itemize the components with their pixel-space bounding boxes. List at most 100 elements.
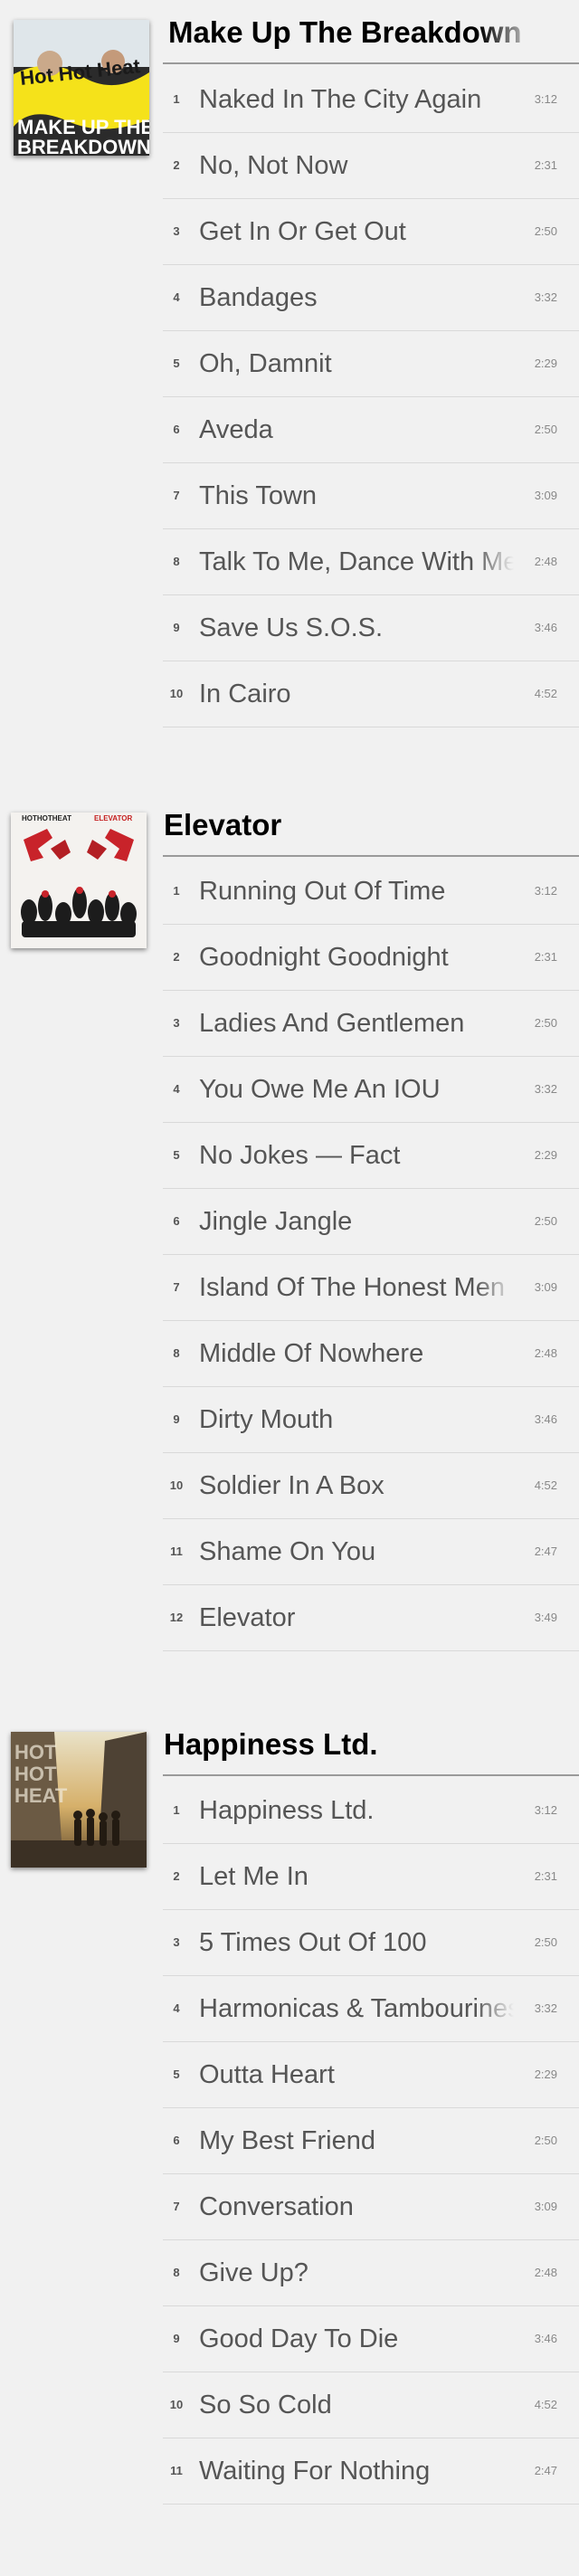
track-number: 5 — [173, 356, 180, 370]
track-number: 12 — [169, 1611, 184, 1624]
track-row[interactable]: 12 Elevator 3:49 — [163, 1585, 579, 1651]
track-duration: 4:52 — [534, 1478, 557, 1492]
track-row[interactable]: 4 Harmonicas & Tambourines 3:32 — [163, 1976, 579, 2042]
track-title: Goodnight Goodnight — [199, 943, 449, 972]
track-list: 1 Running Out Of Time 3:12 2 Goodnight Good… — [163, 859, 579, 1651]
track-row[interactable]: 10 Soldier In A Box 4:52 — [163, 1453, 579, 1519]
track-row[interactable]: 8 Middle Of Nowhere 2:48 — [163, 1321, 579, 1387]
track-title: Happiness Ltd. — [199, 1796, 375, 1825]
track-number: 2 — [173, 950, 180, 964]
cover-album-name: ELEVATOR — [94, 814, 132, 822]
track-row[interactable]: 6 Jingle Jangle 2:50 — [163, 1189, 579, 1255]
track-row[interactable]: 1 Running Out Of Time 3:12 — [163, 859, 579, 925]
track-title: Oh, Damnit — [199, 349, 332, 378]
track-row[interactable]: 4 Bandages 3:32 — [163, 265, 579, 331]
track-title: Save Us S.O.S. — [199, 613, 384, 642]
track-number: 11 — [170, 1545, 183, 1558]
track-title: Give Up? — [199, 2258, 308, 2287]
track-row[interactable]: 1 Happiness Ltd. 3:12 — [163, 1778, 579, 1844]
track-row[interactable]: 11 Waiting For Nothing 2:47 — [163, 2438, 579, 2505]
track-row[interactable]: 6 My Best Friend 2:50 — [163, 2108, 579, 2174]
album-title-divider — [163, 62, 579, 64]
track-number: 9 — [173, 1412, 180, 1426]
track-duration: 2:50 — [534, 1016, 557, 1030]
cover-artwork: HOT HOT HEAT — [11, 1732, 147, 1868]
track-title: Conversation — [199, 2192, 354, 2221]
album-cover-art[interactable]: Hot Hot Heat MAKE UP THE BREAKDOWN — [14, 20, 149, 156]
cover-caption-line-2: BREAKDOWN — [17, 136, 149, 156]
track-number: 10 — [169, 1478, 184, 1492]
track-row[interactable]: 5 No Jokes — Fact 2:29 — [163, 1123, 579, 1189]
track-number: 6 — [173, 2134, 180, 2147]
track-title: Talk To Me, Dance With Me — [199, 547, 514, 576]
track-row[interactable]: 9 Save Us S.O.S. 3:46 — [163, 595, 579, 661]
track-row[interactable]: 8 Talk To Me, Dance With Me 2:48 — [163, 529, 579, 595]
track-duration: 3:32 — [534, 2001, 557, 2015]
track-row[interactable]: 4 You Owe Me An IOU 3:32 — [163, 1057, 579, 1123]
track-row[interactable]: 7 Conversation 3:09 — [163, 2174, 579, 2240]
track-duration: 2:50 — [534, 1214, 557, 1228]
track-number: 3 — [173, 1016, 180, 1030]
track-row[interactable]: 3 Ladies And Gentlemen 2:50 — [163, 991, 579, 1057]
track-title: Running Out Of Time — [199, 877, 446, 906]
track-title: You Owe Me An IOU — [199, 1075, 441, 1104]
track-title: Waiting For Nothing — [199, 2457, 431, 2486]
album-title: Elevator — [164, 809, 282, 841]
track-title: Ladies And Gentlemen — [199, 1009, 465, 1038]
track-number: 5 — [173, 2067, 180, 2081]
track-duration: 2:48 — [534, 1346, 557, 1360]
album-title-divider — [163, 1774, 579, 1776]
track-row[interactable]: 7 Island Of The Honest Men 3:09 — [163, 1255, 579, 1321]
album-cover-art[interactable]: HOT HOT HEAT — [11, 1732, 147, 1868]
track-title: In Cairo — [199, 680, 291, 708]
track-row[interactable]: 2 Goodnight Goodnight 2:31 — [163, 925, 579, 991]
track-number: 11 — [170, 2464, 183, 2477]
track-title: 5 Times Out Of 100 — [199, 1928, 427, 1957]
track-number: 9 — [173, 621, 180, 634]
track-duration: 3:12 — [534, 92, 557, 106]
track-row[interactable]: 11 Shame On You 2:47 — [163, 1519, 579, 1585]
track-duration: 3:12 — [534, 884, 557, 898]
track-number: 8 — [173, 555, 180, 568]
track-title: My Best Friend — [199, 2126, 375, 2155]
track-number: 6 — [173, 423, 180, 436]
track-duration: 3:46 — [534, 621, 557, 634]
track-row[interactable]: 5 Oh, Damnit 2:29 — [163, 331, 579, 397]
track-row[interactable]: 2 Let Me In 2:31 — [163, 1844, 579, 1910]
track-row[interactable]: 3 Get In Or Get Out 2:50 — [163, 199, 579, 265]
track-duration: 3:09 — [534, 489, 557, 502]
track-duration: 2:50 — [534, 1935, 557, 1949]
track-duration: 3:32 — [534, 290, 557, 304]
track-duration: 2:50 — [534, 2134, 557, 2147]
track-row[interactable]: 5 Outta Heart 2:29 — [163, 2042, 579, 2108]
track-number: 3 — [173, 1935, 180, 1949]
track-row[interactable]: 10 So So Cold 4:52 — [163, 2372, 579, 2438]
track-row[interactable]: 1 Naked In The City Again 3:12 — [163, 67, 579, 133]
track-row[interactable]: 9 Good Day To Die 3:46 — [163, 2306, 579, 2372]
track-duration: 2:48 — [534, 2266, 557, 2279]
album-title: Make Up The Breakdown — [168, 16, 522, 49]
track-title: Bandages — [199, 283, 318, 312]
track-row[interactable]: 10 In Cairo 4:52 — [163, 661, 579, 727]
track-title: Aveda — [199, 415, 273, 444]
track-row[interactable]: 2 No, Not Now 2:31 — [163, 133, 579, 199]
track-title: So So Cold — [199, 2391, 332, 2419]
track-title: Good Day To Die — [199, 2324, 399, 2353]
track-number: 4 — [173, 290, 180, 304]
track-row[interactable]: 3 5 Times Out Of 100 2:50 — [163, 1910, 579, 1976]
track-duration: 3:12 — [534, 1803, 557, 1817]
track-duration: 2:29 — [534, 356, 557, 370]
cover-band-line-2: HOT — [14, 1763, 57, 1785]
album-cover-art[interactable]: HOTHOTHEAT ELEVATOR — [11, 813, 147, 948]
track-duration: 4:52 — [534, 687, 557, 700]
track-row[interactable]: 9 Dirty Mouth 3:46 — [163, 1387, 579, 1453]
track-row[interactable]: 6 Aveda 2:50 — [163, 397, 579, 463]
track-number: 7 — [173, 2200, 180, 2213]
track-number: 3 — [173, 224, 180, 238]
track-row[interactable]: 7 This Town 3:09 — [163, 463, 579, 529]
track-number: 1 — [173, 1803, 180, 1817]
cover-artwork: HOTHOTHEAT ELEVATOR — [11, 813, 147, 948]
track-title: Naked In The City Again — [199, 85, 482, 114]
track-duration: 3:46 — [534, 1412, 557, 1426]
track-row[interactable]: 8 Give Up? 2:48 — [163, 2240, 579, 2306]
